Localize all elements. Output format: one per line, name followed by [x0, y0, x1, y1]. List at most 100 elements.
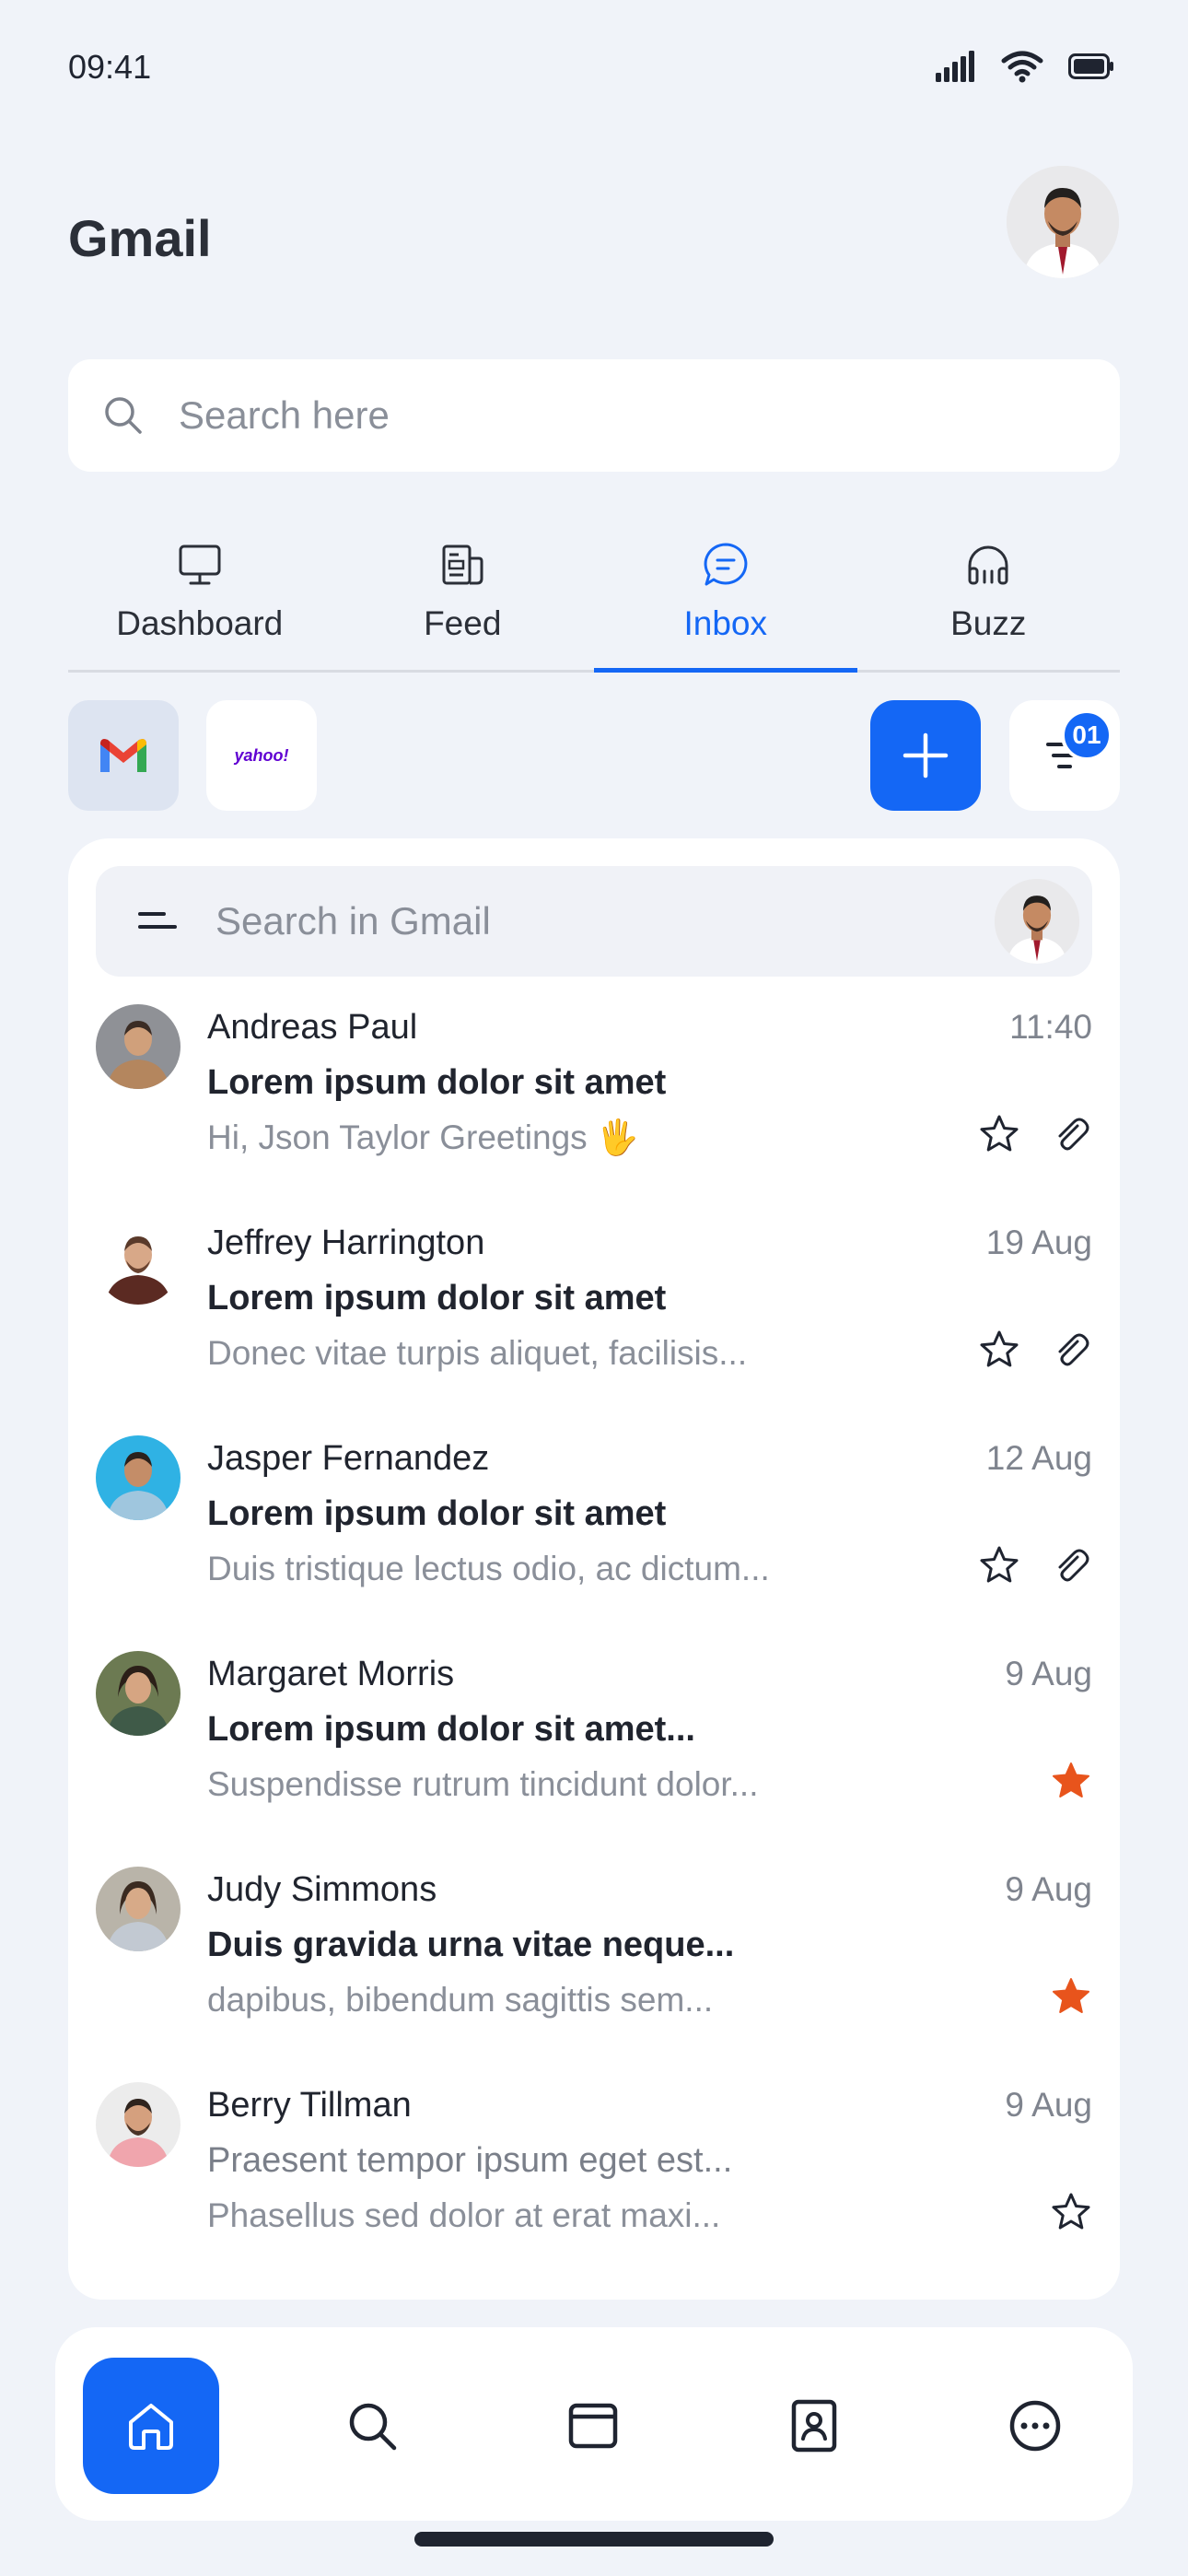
email-actions: [978, 1329, 1092, 1371]
email-row[interactable]: Jasper Fernandez 12 Aug Lorem ipsum dolo…: [68, 1435, 1120, 1651]
sender-avatar: [96, 1220, 181, 1305]
email-date: 9 Aug: [1005, 1655, 1092, 1692]
attachment-icon[interactable]: [1050, 1544, 1092, 1587]
sender-avatar: [96, 2082, 181, 2167]
nav-contacts-button[interactable]: [746, 2358, 882, 2494]
sender-avatar: [96, 1004, 181, 1089]
home-icon: [129, 2404, 173, 2450]
gmail-search-input[interactable]: [215, 899, 952, 943]
star-outline-icon[interactable]: [978, 1329, 1020, 1371]
tab-inbox[interactable]: Inbox: [594, 534, 857, 673]
account-yahoo-chip[interactable]: yahoo!: [206, 700, 317, 811]
email-date: 9 Aug: [1005, 2086, 1092, 2124]
star-filled-icon[interactable]: [1050, 1760, 1092, 1802]
email-actions: [1050, 1760, 1092, 1802]
home-indicator: [414, 2532, 774, 2547]
sender-name: Judy Simmons: [207, 1870, 437, 1909]
account-gmail-chip[interactable]: [68, 700, 179, 811]
email-preview: Phasellus sed dolor at erat maxi...: [207, 2196, 721, 2234]
compose-button[interactable]: [870, 700, 981, 811]
sender-avatar: [96, 1867, 181, 1951]
contacts-book-icon: [791, 2399, 837, 2453]
email-preview: Suspendisse rutrum tincidunt dolor...: [207, 1765, 759, 1803]
email-preview: Donec vitae turpis aliquet, facilisis...: [207, 1334, 748, 1372]
email-subject: Praesent tempor ipsum eget est...: [207, 2141, 733, 2180]
email-row[interactable]: Judy Simmons 9 Aug Duis gravida urna vit…: [68, 1867, 1120, 2082]
email-subject: Lorem ipsum dolor sit amet: [207, 1279, 667, 1317]
page-title: Gmail: [68, 209, 212, 267]
email-date: 12 Aug: [985, 1439, 1092, 1477]
email-preview: dapibus, bibendum sagittis sem...: [207, 1981, 714, 2019]
nav-search-button[interactable]: [304, 2358, 440, 2494]
tab-feed-label: Feed: [424, 604, 502, 642]
yahoo-logo: yahoo!: [234, 745, 289, 765]
bottom-navigation: [55, 2327, 1133, 2521]
email-subject: Lorem ipsum dolor sit amet: [207, 1494, 667, 1533]
email-preview: Hi, Json Taylor Greetings 🖐: [207, 1118, 640, 1156]
email-date: 9 Aug: [1005, 1870, 1092, 1908]
gmail-logo-icon: [100, 739, 146, 772]
gmail-account-avatar[interactable]: [995, 879, 1079, 964]
monitor-icon: [179, 544, 221, 585]
nav-home-button[interactable]: [83, 2358, 219, 2494]
email-row[interactable]: Andreas Paul 11:40 Lorem ipsum dolor sit…: [68, 1004, 1120, 1220]
profile-avatar[interactable]: [1007, 166, 1119, 278]
email-subject: Duis gravida urna vitae neque...: [207, 1926, 735, 1964]
email-date: 19 Aug: [985, 1224, 1092, 1261]
status-bar: 09:41: [0, 0, 1188, 138]
email-row[interactable]: Margaret Morris 9 Aug Lorem ipsum dolor …: [68, 1651, 1120, 1867]
tab-dashboard[interactable]: Dashboard: [68, 534, 332, 670]
nav-more-button[interactable]: [967, 2358, 1103, 2494]
star-outline-icon[interactable]: [978, 1544, 1020, 1587]
gmail-search-bar[interactable]: [96, 866, 1092, 977]
tab-buzz[interactable]: Buzz: [857, 534, 1121, 670]
status-icons: [936, 50, 1114, 83]
tab-inbox-label: Inbox: [683, 604, 767, 642]
star-filled-icon[interactable]: [1050, 1975, 1092, 2018]
email-actions: [1050, 1975, 1092, 2018]
star-outline-icon[interactable]: [1050, 2191, 1092, 2233]
sender-name: Berry Tillman: [207, 2086, 412, 2125]
tab-buzz-label: Buzz: [950, 604, 1027, 642]
nav-window-button[interactable]: [525, 2358, 661, 2494]
tab-dashboard-label: Dashboard: [116, 604, 284, 642]
search-icon: [105, 397, 142, 434]
person-portrait-icon: [1007, 166, 1119, 278]
wifi-icon: [1001, 51, 1043, 83]
email-subject: Lorem ipsum dolor sit amet: [207, 1063, 667, 1102]
signal-icon: [936, 51, 974, 82]
filter-count-badge: 01: [1061, 709, 1112, 761]
attachment-icon[interactable]: [1050, 1113, 1092, 1155]
person-portrait-icon: [995, 879, 1079, 964]
attachment-icon[interactable]: [1050, 1329, 1092, 1371]
email-row[interactable]: Berry Tillman 9 Aug Praesent tempor ipsu…: [68, 2082, 1120, 2298]
more-icon: [1009, 2400, 1061, 2452]
menu-icon[interactable]: [136, 899, 181, 943]
sender-avatar: [96, 1651, 181, 1736]
headphones-icon: [968, 545, 1008, 585]
email-actions: [978, 1544, 1092, 1587]
email-row[interactable]: Jeffrey Harrington 19 Aug Lorem ipsum do…: [68, 1220, 1120, 1435]
top-tabs: Dashboard Feed Inbox Buzz: [68, 534, 1120, 673]
search-bar[interactable]: [68, 359, 1120, 472]
sender-name: Jeffrey Harrington: [207, 1224, 485, 1262]
star-outline-icon[interactable]: [978, 1113, 1020, 1155]
window-icon: [568, 2403, 618, 2449]
mail-list-card: Andreas Paul 11:40 Lorem ipsum dolor sit…: [68, 838, 1120, 2300]
email-subject: Lorem ipsum dolor sit amet...: [207, 1710, 695, 1749]
sender-name: Andreas Paul: [207, 1008, 418, 1047]
plus-icon: [903, 732, 949, 779]
search-icon: [349, 2403, 397, 2451]
newspaper-icon: [442, 544, 483, 585]
search-input[interactable]: [179, 393, 1007, 438]
battery-icon: [1068, 53, 1113, 79]
chat-bubble-icon: [704, 543, 748, 586]
status-time: 09:41: [68, 48, 152, 86]
email-actions: [1050, 2191, 1092, 2233]
sender-name: Jasper Fernandez: [207, 1439, 490, 1478]
sender-avatar: [96, 1435, 181, 1520]
tab-feed[interactable]: Feed: [332, 534, 595, 670]
email-preview: Duis tristique lectus odio, ac dictum...: [207, 1550, 770, 1587]
email-date: 11:40: [1009, 1008, 1092, 1046]
filter-button[interactable]: 01: [1009, 700, 1120, 811]
